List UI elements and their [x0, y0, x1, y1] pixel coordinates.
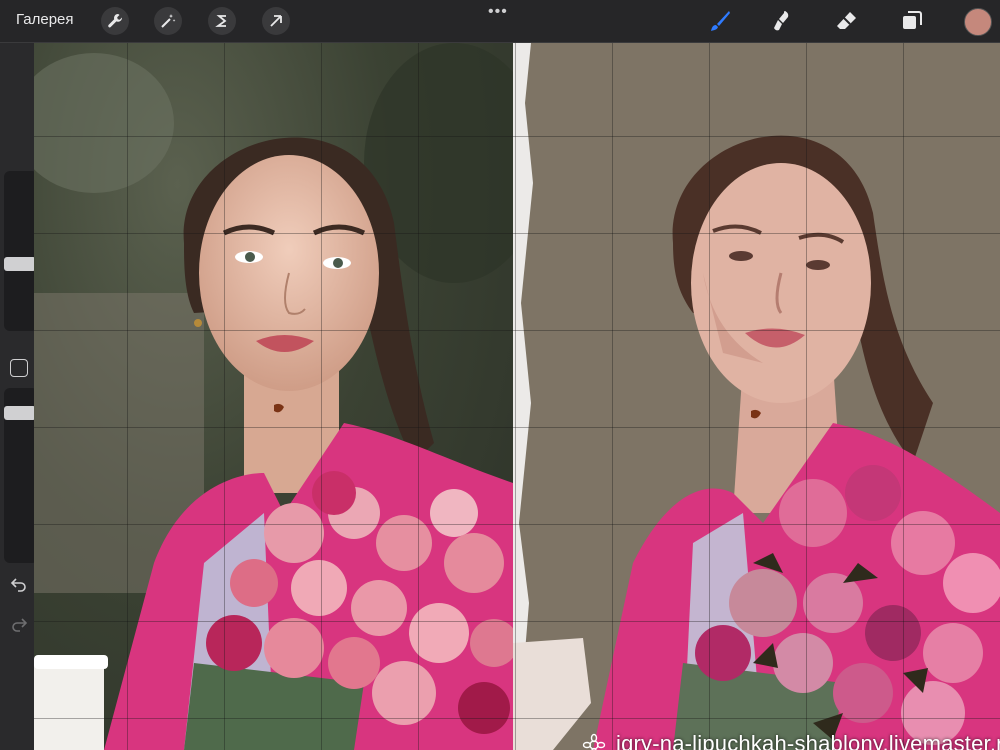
brush-size-slider[interactable]: [4, 171, 38, 331]
modify-square-button[interactable]: [10, 359, 28, 377]
more-options-button[interactable]: •••: [488, 3, 508, 21]
arrow-move-icon[interactable]: [262, 7, 290, 35]
smudge-icon[interactable]: [769, 7, 797, 35]
redo-icon[interactable]: [10, 615, 28, 638]
wrench-icon[interactable]: [101, 7, 129, 35]
layers-icon[interactable]: [898, 7, 926, 35]
top-toolbar: Галерея •••: [0, 0, 1000, 43]
watermark-flower-icon: [582, 733, 606, 750]
magic-wand-icon[interactable]: [154, 7, 182, 35]
painting-layer: [513, 43, 1000, 750]
gallery-button[interactable]: Галерея: [16, 11, 74, 28]
opacity-thumb[interactable]: [4, 406, 36, 420]
color-picker-swatch[interactable]: [964, 8, 992, 36]
selection-s-icon[interactable]: [208, 7, 236, 35]
opacity-slider[interactable]: [4, 388, 38, 563]
left-sidebar: [0, 43, 38, 750]
eraser-icon[interactable]: [833, 7, 861, 35]
undo-icon[interactable]: [10, 575, 28, 598]
drawing-canvas[interactable]: igry-na-lipuchkah-shablony.livemaster.ru: [34, 43, 1000, 750]
watermark-text: igry-na-lipuchkah-shablony.livemaster.ru: [616, 731, 1000, 750]
reference-photo: [34, 43, 544, 750]
brush-icon[interactable]: [706, 7, 734, 35]
brush-size-thumb[interactable]: [4, 257, 36, 271]
